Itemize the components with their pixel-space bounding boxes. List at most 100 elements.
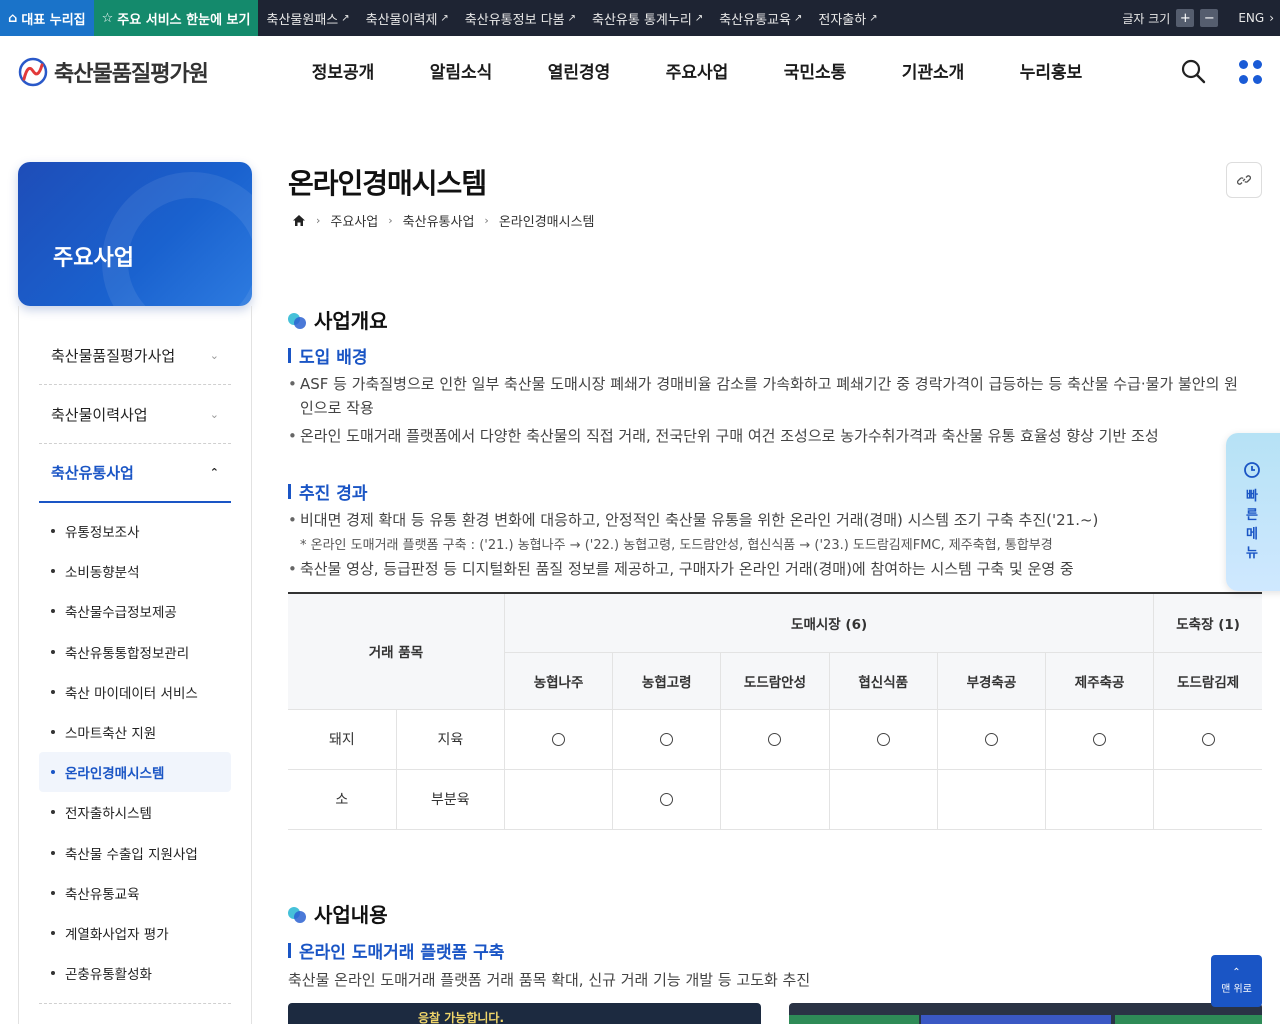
table-cell-mark	[1153, 768, 1262, 830]
table-col-header: 제주축공	[1045, 651, 1155, 710]
lnb-submenu: 유통정보조사 소비동향분석 축산물수급정보제공 축산유통통합정보관리 축산 마이…	[39, 511, 231, 993]
lnb-subitem[interactable]: 전자출하시스템	[39, 792, 231, 832]
main-site-label: 대표 누리집	[21, 12, 86, 28]
family-link-onepass[interactable]: 축산물원패스 ↗	[258, 9, 357, 28]
lnb-subitem-active[interactable]: 온라인경매시스템	[39, 752, 231, 793]
table-cell: 부분육	[395, 768, 505, 830]
chevron-right-icon: ›	[316, 214, 321, 227]
table-header-slaughter: 도축장 (1)	[1153, 592, 1262, 653]
lnb-subitem[interactable]: 축산물 수출입 지원사업	[39, 833, 231, 873]
table-col-header: 도드람김제	[1153, 651, 1262, 710]
lnb-item-quality[interactable]: 축산물품질평가사업 ⌄	[39, 326, 231, 385]
family-link-eshipping[interactable]: 전자출하 ↗	[810, 9, 885, 28]
table-cell-mark	[612, 768, 722, 830]
table-cell-mark	[720, 768, 830, 830]
external-link-icon: ↗	[440, 12, 449, 24]
table-cell: 돼지	[288, 708, 397, 770]
decorative-ring	[102, 172, 252, 306]
subheading-progress: 추진 경과	[288, 479, 367, 504]
logo-icon	[18, 57, 48, 87]
main-site-button[interactable]: ⌂ 대표 누리집	[0, 0, 94, 36]
lnb-subitem[interactable]: 곤충유통활성화	[39, 953, 231, 993]
lnb-subitem[interactable]: 계열화사업자 평가	[39, 913, 231, 953]
nav-promotion[interactable]: 누리홍보	[992, 58, 1110, 83]
bubble-icon	[288, 905, 306, 923]
lnb-subitem[interactable]: 축산유통통합정보관리	[39, 632, 231, 672]
refresh-icon	[1244, 462, 1260, 478]
bullet-text: 축산물 영상, 등급판정 등 디지털화된 품질 정보를 제공하고, 구매자가 온…	[288, 557, 1248, 581]
table-cell: 지육	[395, 708, 505, 770]
all-menu-icon[interactable]	[1239, 60, 1263, 84]
lnb-item-traceability[interactable]: 축산물이력사업 ⌄	[39, 385, 231, 444]
table-cell-mark	[503, 708, 614, 770]
table-cell-mark	[1045, 708, 1155, 770]
lnb-subitem[interactable]: 스마트축산 지원	[39, 712, 231, 752]
table-cell: 소	[288, 768, 397, 830]
scroll-top-button[interactable]: ⌃ 맨 위로	[1211, 955, 1262, 1007]
quick-menu-button[interactable]: 빠른메뉴	[1226, 433, 1280, 591]
search-icon[interactable]	[1180, 58, 1206, 84]
nav-about[interactable]: 기관소개	[874, 58, 992, 83]
table-row: 돼지 지육	[288, 708, 1262, 770]
bullet-text: ASF 등 가축질병으로 인한 일부 축산물 도매시장 폐쇄가 경매비율 감소를…	[288, 372, 1248, 420]
nav-news[interactable]: 알림소식	[402, 58, 520, 83]
nav-communication[interactable]: 국민소통	[756, 58, 874, 83]
footnote-text: * 온라인 도매거래 플랫폼 구축 : ('21.) 농협나주 → ('22.)…	[300, 538, 1053, 553]
utility-bar: ⌂ 대표 누리집 ☆ 주요 서비스 한눈에 보기 축산물원패스 ↗ 축산물이력제 ↗…	[0, 0, 1280, 36]
chevron-right-icon: ›	[1269, 11, 1274, 25]
header: 축산물품질평가원 정보공개 알림소식 열린경영 주요사업 국민소통 기관소개 누…	[0, 36, 1280, 108]
family-link-stats[interactable]: 축산유통 통계누리 ↗	[584, 9, 711, 28]
lnb-menu: 축산물품질평가사업 ⌄ 축산물이력사업 ⌄ 축산유통사업 ⌃ 유통정보조사 소비…	[39, 326, 231, 1005]
table-row: 소 부분육	[288, 768, 1262, 830]
language-button[interactable]: ENG ›	[1238, 11, 1274, 25]
section-heading-overview: 사업개요	[288, 305, 388, 334]
home-icon[interactable]	[292, 214, 306, 227]
logo-text: 축산물품질평가원	[54, 62, 209, 87]
lnb-title: 주요사업	[53, 246, 134, 271]
table-col-header: 부경축공	[936, 651, 1047, 710]
table-col-header: 도드람안성	[720, 651, 830, 710]
lnb-subitem[interactable]: 축산유통교육	[39, 873, 231, 913]
table-cell-mark	[720, 708, 830, 770]
lnb-subitem[interactable]: 축산물수급정보제공	[39, 591, 231, 631]
breadcrumb: › 주요사업 › 축산유통사업 › 온라인경매시스템	[292, 211, 595, 230]
lnb-subitem[interactable]: 소비동향분석	[39, 551, 231, 591]
trade-items-table: 거래 품목 도매시장 (6) 도축장 (1) 농협나주 농협고령 도드람안성 협…	[288, 592, 1262, 830]
table-col-header: 협신식품	[828, 651, 938, 710]
lnb-item-distribution[interactable]: 축산유통사업 ⌃	[39, 444, 231, 503]
platform-screenshot-2	[789, 1003, 1262, 1024]
font-decrease-button[interactable]: −	[1200, 9, 1219, 27]
lnb-subitem[interactable]: 축산 마이데이터 서비스	[39, 672, 231, 712]
screenshot-caption: 응찰 가능합니다.	[418, 1011, 505, 1024]
table-header-market: 도매시장 (6)	[503, 592, 1155, 653]
available-mark-icon	[660, 732, 674, 746]
available-mark-icon	[876, 732, 890, 746]
services-overview-label: 주요 서비스 한눈에 보기	[117, 12, 251, 28]
lnb-divider	[39, 1003, 231, 1005]
subheading-background: 도입 배경	[288, 343, 367, 368]
breadcrumb-item[interactable]: 주요사업	[330, 211, 378, 230]
chevron-right-icon: ›	[484, 214, 489, 227]
bullet-text: 온라인 도매거래 플랫폼에서 다양한 축산물의 직접 거래, 전국단위 구매 여…	[288, 424, 1248, 448]
lnb-subitem[interactable]: 유통정보조사	[39, 511, 231, 551]
external-link-icon: ↗	[567, 12, 576, 24]
nav-main-business[interactable]: 주요사업	[638, 58, 756, 83]
breadcrumb-item[interactable]: 축산유통사업	[403, 211, 475, 230]
nav-open-management[interactable]: 열린경영	[520, 58, 638, 83]
available-mark-icon	[984, 732, 998, 746]
services-overview-button[interactable]: ☆ 주요 서비스 한눈에 보기	[93, 0, 259, 36]
table-header-item: 거래 품목	[288, 592, 505, 710]
link-icon	[1237, 175, 1251, 185]
font-size-label: 글자 크기	[1122, 11, 1171, 26]
family-site-links: 축산물원패스 ↗ 축산물이력제 ↗ 축산유통정보 다봄 ↗ 축산유통 통계누리 ↗ 축산…	[258, 0, 885, 36]
family-link-trace[interactable]: 축산물이력제 ↗	[358, 9, 457, 28]
share-link-button[interactable]	[1226, 162, 1262, 198]
nav-info-disclosure[interactable]: 정보공개	[284, 58, 402, 83]
table-cell-mark	[1045, 768, 1155, 830]
family-link-dabom[interactable]: 축산유통정보 다봄 ↗	[457, 9, 584, 28]
table-cell-mark	[828, 768, 938, 830]
lnb-hero: 주요사업	[18, 162, 252, 306]
font-increase-button[interactable]: +	[1176, 9, 1195, 27]
site-logo[interactable]: 축산물품질평가원	[18, 56, 209, 88]
family-link-education[interactable]: 축산유통교육 ↗	[711, 9, 810, 28]
